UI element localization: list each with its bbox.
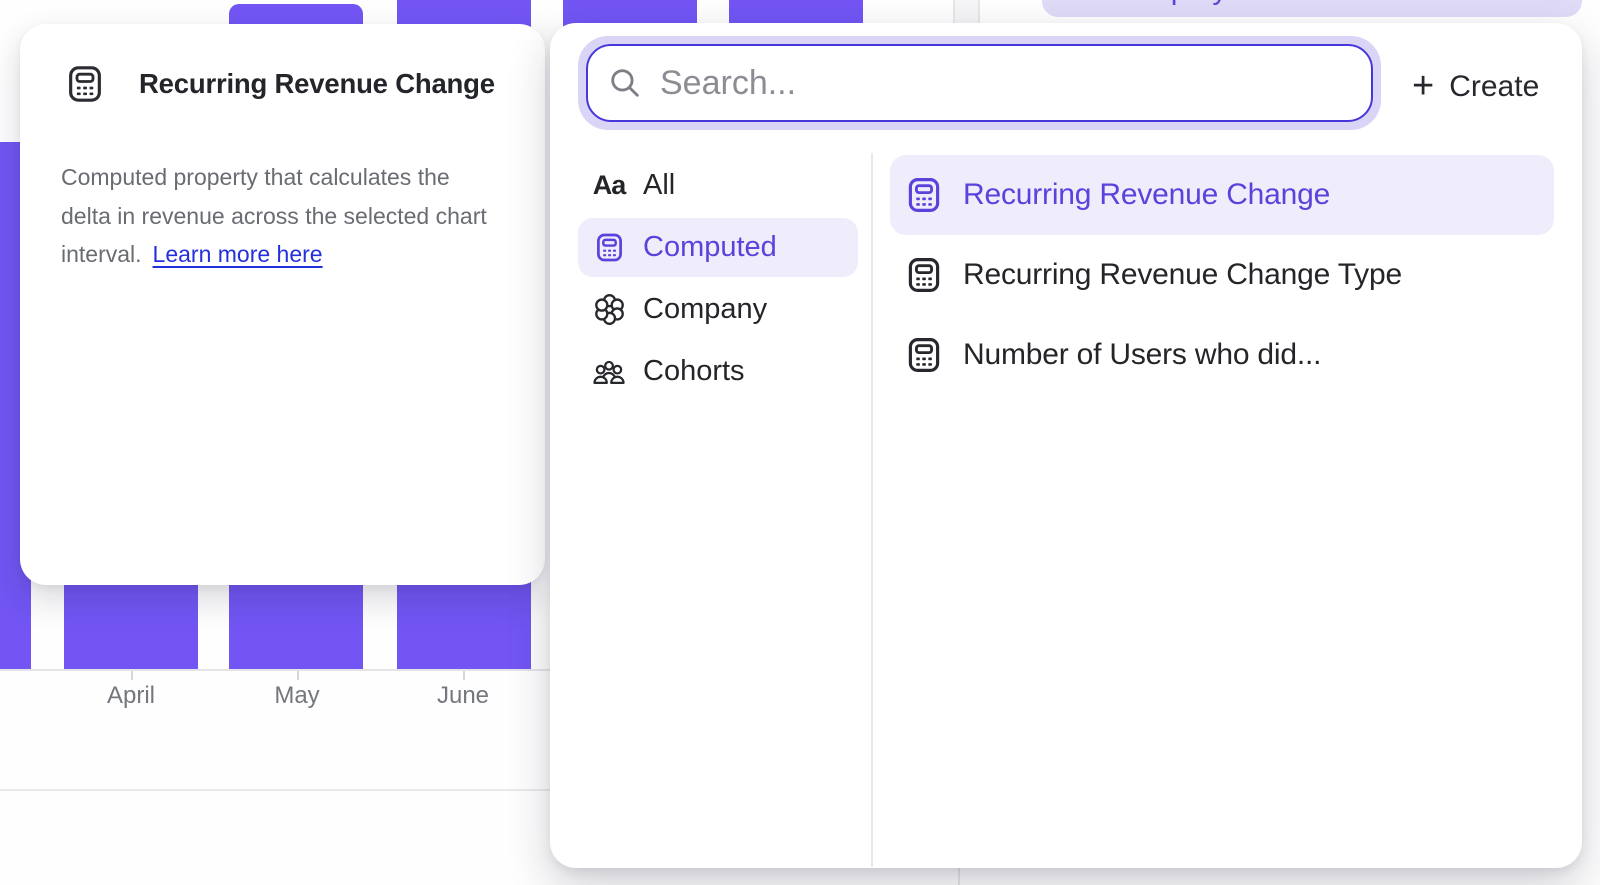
search-box[interactable] [586,44,1373,122]
calculator-icon [905,336,943,374]
x-axis-label: May [274,682,319,710]
x-axis-tick [463,671,465,680]
result-label: Recurring Revenue Change [963,178,1330,212]
calculator-icon [592,231,626,265]
learn-more-link[interactable]: Learn more here [153,241,323,267]
category-computed-label: Computed [643,231,777,264]
group-by-pill[interactable]: Group by [1042,0,1582,17]
category-all[interactable]: Aa All [578,156,858,215]
tooltip-description: Computed property that calculates the de… [61,158,506,274]
search-input[interactable] [660,64,1351,103]
x-axis-tick [131,671,133,680]
result-label: Number of Users who did... [963,338,1321,372]
calculator-icon [905,176,943,214]
picker-divider [871,153,873,867]
search-results-list: Recurring Revenue Change Recurring Reven… [890,155,1554,395]
category-cohorts[interactable]: Cohorts [578,342,858,401]
tooltip-title: Recurring Revenue Change [139,68,495,100]
tooltip-desc-line2: delta in revenue across the selected cha… [61,203,487,229]
result-recurring-revenue-change-type[interactable]: Recurring Revenue Change Type [890,235,1554,315]
property-tooltip-card: Recurring Revenue Change Computed proper… [20,24,545,585]
search-icon [608,66,642,100]
tooltip-desc-line1: Computed property that calculates the [61,164,450,190]
category-filter-list: Aa All Computed [578,156,858,404]
category-company-label: Company [643,293,767,326]
calculator-icon [65,64,105,104]
result-recurring-revenue-change[interactable]: Recurring Revenue Change [890,155,1554,235]
search-focus-halo [578,36,1381,130]
x-axis-label: April [107,682,155,710]
x-axis-label: June [437,682,489,710]
company-flower-icon [592,293,626,327]
tooltip-desc-line3: interval. [61,241,142,267]
result-number-of-users-who-did[interactable]: Number of Users who did... [890,315,1554,395]
create-button[interactable]: + Create [1402,57,1549,117]
category-company[interactable]: Company [578,280,858,339]
screen: April May June Group by Recurring Revenue … [0,0,1600,885]
calculator-icon [905,256,943,294]
x-axis-tick [297,671,299,680]
result-label: Recurring Revenue Change Type [963,258,1402,292]
category-computed[interactable]: Computed [578,218,858,277]
create-button-label: Create [1449,70,1539,104]
category-all-label: All [643,169,675,202]
cohorts-people-icon [592,355,626,389]
property-picker-panel: + Create Aa All [550,23,1582,868]
group-by-pill-label: Group by [1104,0,1227,12]
letter-case-icon: Aa [592,169,626,203]
plus-icon: + [1412,67,1434,105]
category-cohorts-label: Cohorts [643,355,745,388]
